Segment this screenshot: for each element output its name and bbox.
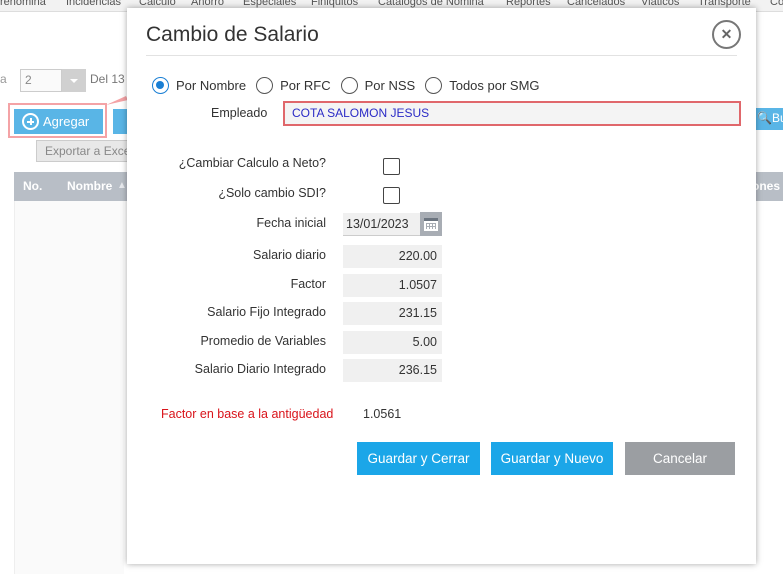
- factor-antiguedad-label: Factor en base a la antigüedad: [161, 407, 334, 421]
- promedio-variables-label: Promedio de Variables: [200, 334, 326, 348]
- cambiar-neto-checkbox[interactable]: [383, 158, 400, 175]
- nav-item-cancelados[interactable]: Cancelados: [567, 0, 625, 8]
- grid-col-no[interactable]: No.: [23, 179, 42, 193]
- pagination-range-text: Del 13: [90, 72, 125, 86]
- nav-item-catalogos[interactable]: Catálogos de Nómina: [378, 0, 484, 8]
- search-button-label: Bu: [771, 111, 783, 125]
- chevron-down-icon[interactable]: [62, 69, 86, 92]
- radio-por-nss[interactable]: Por NSS: [340, 77, 416, 94]
- radio-label: Todos por SMG: [449, 78, 540, 93]
- salario-fijo-integrado-field[interactable]: 231.15: [343, 302, 442, 325]
- salario-diario-integrado-label: Salario Diario Integrado: [194, 362, 326, 376]
- salario-diario-integrado-field[interactable]: 236.15: [343, 359, 442, 382]
- cambio-salario-dialog: Cambio de Salario ✕ Por Nombre Por RFC P…: [127, 8, 756, 564]
- empleado-label: Empleado: [211, 106, 268, 120]
- grid-col-nombre[interactable]: Nombre: [67, 179, 112, 193]
- search-button[interactable]: 🔍Bu: [755, 108, 783, 130]
- promedio-variables-field[interactable]: 5.00: [343, 331, 442, 354]
- background-text-fragment: a: [0, 72, 7, 86]
- nav-item-finiquitos[interactable]: Finiquitos: [311, 0, 358, 8]
- salario-fijo-integrado-label: Salario Fijo Integrado: [207, 305, 326, 319]
- radio-indicator: [152, 77, 169, 94]
- radio-indicator: [340, 77, 358, 94]
- empleado-input[interactable]: COTA SALOMON JESUS: [283, 101, 741, 126]
- radio-label: Por NSS: [364, 78, 416, 93]
- calendar-button[interactable]: [420, 212, 442, 236]
- nav-item-viaticos[interactable]: Viáticos: [641, 0, 679, 8]
- radio-label: Por RFC: [280, 78, 331, 93]
- radio-por-rfc[interactable]: Por RFC: [256, 77, 331, 94]
- cancelar-button[interactable]: Cancelar: [625, 442, 735, 475]
- factor-label: Factor: [290, 277, 326, 291]
- fecha-inicial-input[interactable]: 13/01/2023: [343, 213, 421, 236]
- grid-body: [14, 201, 124, 574]
- cambiar-neto-label: ¿Cambiar Calculo a Neto?: [178, 156, 326, 170]
- nav-item-reportes[interactable]: Reportes: [506, 0, 551, 8]
- factor-antiguedad-value: 1.0561: [363, 407, 402, 421]
- grid-col-acciones[interactable]: ones: [752, 179, 780, 193]
- nav-item-prenomina[interactable]: renómina: [0, 0, 46, 8]
- nav-item-calculo[interactable]: Cálculo: [139, 0, 176, 8]
- nav-item-co[interactable]: Co: [770, 0, 783, 8]
- guardar-cerrar-button[interactable]: Guardar y Cerrar: [357, 442, 480, 475]
- radio-por-nombre[interactable]: Por Nombre: [152, 77, 246, 94]
- nav-item-ahorro[interactable]: Ahorro: [191, 0, 224, 8]
- calendar-icon: [424, 217, 438, 231]
- close-button[interactable]: ✕: [712, 20, 741, 49]
- agregar-button-label: Agregar: [43, 114, 90, 129]
- radio-indicator: [256, 77, 274, 94]
- search-icon: 🔍: [757, 111, 772, 125]
- factor-field[interactable]: 1.0507: [343, 274, 442, 297]
- close-icon: ✕: [720, 26, 733, 42]
- search-mode-radio-group: Por Nombre Por RFC Por NSS Todos por SMG: [152, 77, 550, 94]
- dialog-title: Cambio de Salario: [146, 23, 319, 46]
- nav-item-especiales[interactable]: Especiales: [243, 0, 296, 8]
- radio-todos-por-smg[interactable]: Todos por SMG: [425, 77, 540, 94]
- export-excel-button[interactable]: Exportar a Exce: [36, 140, 136, 162]
- sort-icon[interactable]: ▲: [117, 180, 127, 191]
- salario-diario-field[interactable]: 220.00: [343, 245, 442, 268]
- radio-label: Por Nombre: [176, 78, 247, 93]
- agregar-button[interactable]: Agregar: [14, 109, 103, 134]
- solo-sdi-checkbox[interactable]: [383, 187, 400, 204]
- guardar-nuevo-button[interactable]: Guardar y Nuevo: [491, 442, 613, 475]
- page-size-select[interactable]: 2: [20, 69, 62, 92]
- fecha-inicial-label: Fecha inicial: [256, 216, 326, 230]
- nav-item-transporte[interactable]: Transporte: [698, 0, 751, 8]
- salario-diario-label: Salario diario: [253, 248, 326, 262]
- title-divider: [146, 55, 737, 56]
- radio-indicator: [425, 77, 443, 94]
- nav-item-incidencias[interactable]: Incidencias: [66, 0, 121, 8]
- plus-circle-icon: [22, 113, 39, 130]
- solo-sdi-label: ¿Solo cambio SDI?: [218, 186, 326, 200]
